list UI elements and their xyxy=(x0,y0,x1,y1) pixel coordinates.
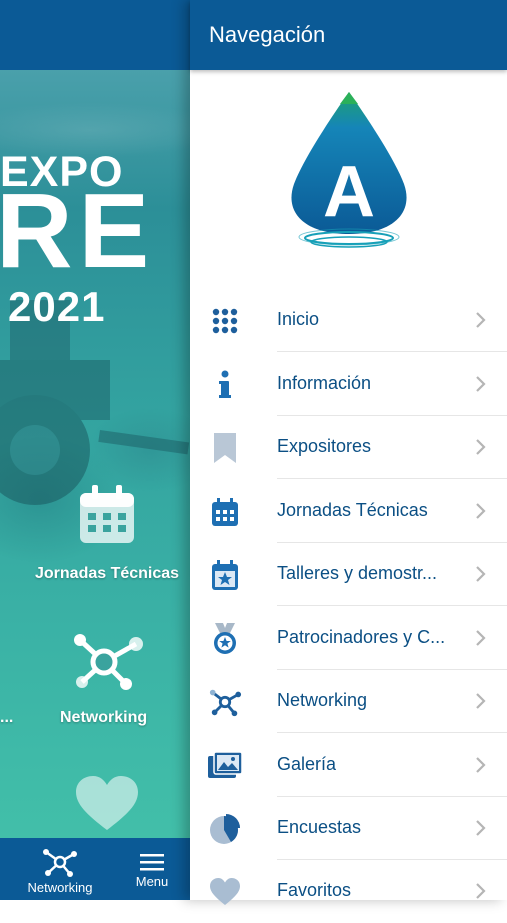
hamburger-icon xyxy=(140,854,164,871)
calendar-icon xyxy=(208,496,242,528)
chevron-right-icon xyxy=(476,503,486,519)
chevron-right-icon xyxy=(476,630,486,646)
navigation-drawer: Navegación A Inicio Información Exposito… xyxy=(190,0,507,905)
network-icon xyxy=(208,686,242,718)
calendar-icon[interactable] xyxy=(80,485,134,543)
menu-item-galeria[interactable]: Galería xyxy=(190,734,507,797)
network-icon xyxy=(43,849,77,877)
hero-text-year: 2021 xyxy=(8,283,106,330)
tab-networking-label: Networking xyxy=(27,880,93,895)
menu-item-inicio[interactable]: Inicio xyxy=(190,289,507,352)
chevron-right-icon xyxy=(476,820,486,836)
menu-item-encuestas[interactable]: Encuestas xyxy=(190,797,507,860)
drawer-title: Navegación xyxy=(209,22,326,47)
hero-text-re: RE xyxy=(0,172,156,290)
menu-item-label: Talleres y demostr... xyxy=(277,563,438,583)
chevron-right-icon xyxy=(476,439,486,455)
heart-icon[interactable] xyxy=(76,776,138,832)
info-icon xyxy=(208,369,242,401)
medal-icon xyxy=(208,623,242,655)
drawer-header: Navegación xyxy=(190,0,507,70)
chevron-right-icon xyxy=(476,376,486,392)
tile-label-networking[interactable]: Networking xyxy=(60,709,147,727)
menu-item-expositores[interactable]: Expositores xyxy=(190,416,507,479)
menu-item-informacion[interactable]: Información xyxy=(190,353,507,416)
calendar-star-icon xyxy=(208,559,242,591)
tab-networking[interactable]: Networking xyxy=(20,846,100,895)
menu-item-label: Expositores xyxy=(277,436,372,456)
menu-item-networking[interactable]: Networking xyxy=(190,670,507,733)
tab-menu[interactable]: Menu xyxy=(128,852,176,889)
bottom-tab-bar: Networking Menu xyxy=(0,838,190,900)
app-top-bar xyxy=(0,0,190,70)
chevron-right-icon xyxy=(476,757,486,773)
heart-icon xyxy=(208,876,242,908)
tile-label-truncated[interactable]: ... xyxy=(0,709,13,727)
tile-label-jornadas[interactable]: Jornadas Técnicas xyxy=(35,565,179,583)
grid-icon xyxy=(208,305,242,337)
menu-item-label: Inicio xyxy=(277,309,320,329)
app-logo: A xyxy=(291,92,407,248)
chevron-right-icon xyxy=(476,566,486,582)
menu-item-label: Jornadas Técnicas xyxy=(277,500,428,520)
menu-item-jornadas-tecnicas[interactable]: Jornadas Técnicas xyxy=(190,480,507,543)
menu-item-label: Encuestas xyxy=(277,817,362,837)
pie-chart-icon xyxy=(208,813,242,845)
menu-item-label: Favoritos xyxy=(277,880,352,900)
gallery-icon xyxy=(208,750,242,782)
chevron-right-icon xyxy=(476,312,486,328)
background-app-screen: EXPO RE 2021 Jornadas Técnicas Networkin… xyxy=(0,0,190,900)
chevron-right-icon xyxy=(476,883,486,899)
tab-menu-label: Menu xyxy=(135,874,169,889)
logo-letter: A xyxy=(323,152,375,232)
menu-item-patrocinadores[interactable]: Patrocinadores y C... xyxy=(190,607,507,670)
network-icon[interactable] xyxy=(68,628,146,692)
chevron-right-icon xyxy=(476,693,486,709)
menu-item-talleres[interactable]: Talleres y demostr... xyxy=(190,543,507,606)
menu-item-label: Información xyxy=(277,373,372,393)
menu-item-label: Galería xyxy=(277,754,337,774)
menu-item-label: Networking xyxy=(277,690,368,710)
menu-item-label: Patrocinadores y C... xyxy=(277,627,446,647)
menu-item-favoritos[interactable]: Favoritos xyxy=(190,860,507,923)
bookmark-icon xyxy=(208,432,242,464)
